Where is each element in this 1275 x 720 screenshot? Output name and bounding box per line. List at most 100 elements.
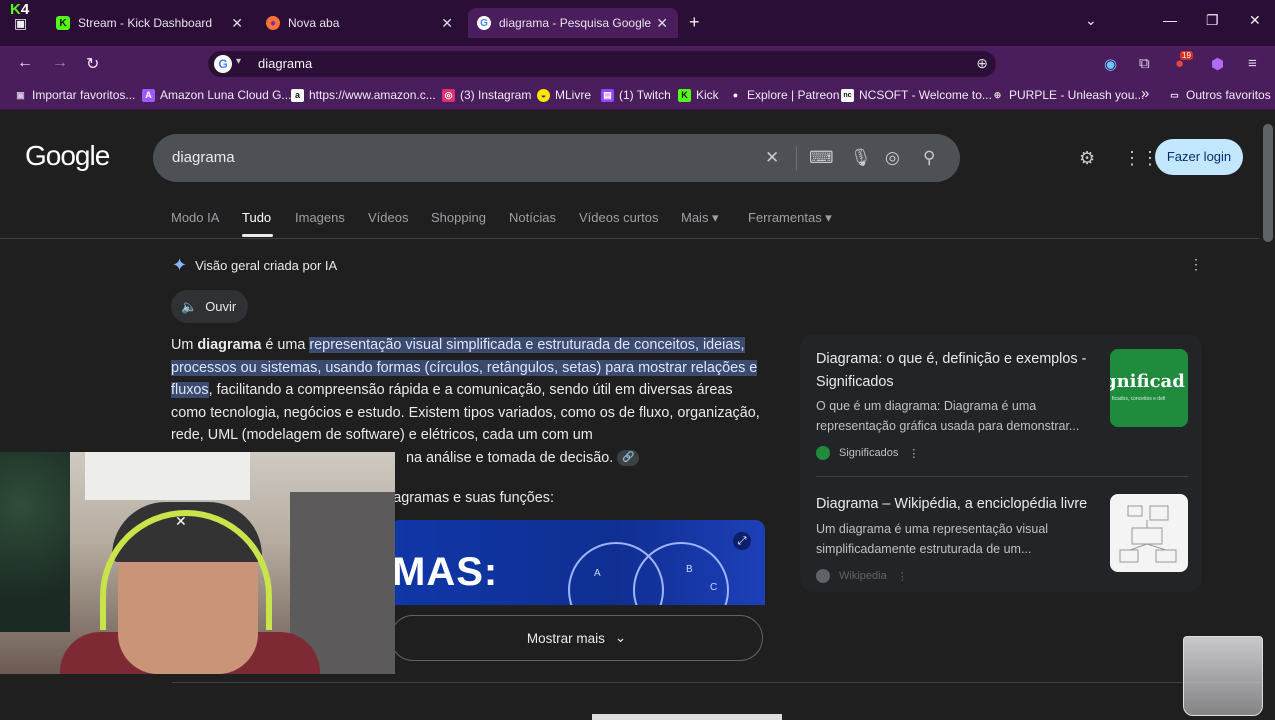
search-input[interactable]: diagrama bbox=[172, 149, 235, 166]
notification-count: 19 bbox=[1180, 51, 1193, 60]
settings-gear-icon[interactable]: ⚙ bbox=[1079, 148, 1095, 169]
address-bar[interactable]: G ▾ diagrama ⊕ bbox=[208, 51, 996, 77]
tab-videos[interactable]: Vídeos bbox=[368, 210, 408, 225]
source-title-significados[interactable]: Diagrama: o que é, definição e exemplos … bbox=[816, 348, 1106, 394]
keyboard-icon[interactable]: ⌨ bbox=[809, 148, 834, 168]
bookmark-kick[interactable]: K Kick bbox=[678, 88, 719, 102]
profile-icon[interactable]: ⬢ bbox=[1211, 55, 1224, 73]
source-site[interactable]: Wikipedia ⋮ bbox=[816, 569, 908, 583]
tab-actions-icon[interactable]: ▣ bbox=[14, 15, 27, 32]
reload-icon[interactable]: ↻ bbox=[86, 54, 99, 74]
forward-icon[interactable]: → bbox=[52, 54, 68, 72]
search-box[interactable]: diagrama ✕ ⌨ 🎙 ◎ ⚲ bbox=[153, 134, 960, 182]
new-tab-button[interactable]: + bbox=[689, 12, 700, 33]
chevron-down-icon[interactable]: ▾ bbox=[236, 56, 241, 67]
wikipedia-thumbnail[interactable] bbox=[1110, 494, 1188, 572]
more-options-icon[interactable]: ⋮ bbox=[1189, 256, 1203, 273]
bookmark-purple[interactable]: ⊕ PURPLE - Unleash you... bbox=[991, 88, 1145, 102]
tab-shopping[interactable]: Shopping bbox=[431, 210, 486, 225]
webcam-background-plant bbox=[0, 452, 70, 632]
tab-noticias[interactable]: Notícias bbox=[509, 210, 556, 225]
close-tab-icon[interactable]: ✕ bbox=[441, 15, 453, 32]
bookmark-label: (3) Instagram bbox=[460, 88, 532, 102]
clear-icon[interactable]: ✕ bbox=[765, 148, 779, 168]
bookmark-amazon-luna[interactable]: A Amazon Luna Cloud G... bbox=[142, 88, 291, 102]
diagram-image[interactable]: MAS: A B C ⤢ bbox=[390, 520, 765, 605]
globe-icon[interactable]: ⊕ bbox=[976, 55, 988, 72]
bookmark-import[interactable]: ▣ Importar favoritos... bbox=[14, 88, 135, 102]
tab-nova-aba[interactable]: ● Nova aba ✕ bbox=[258, 8, 463, 38]
source-title-wikipedia[interactable]: Diagrama – Wikipédia, a enciclopédia liv… bbox=[816, 493, 1106, 516]
search-tabs: Modo IA Tudo Imagens Vídeos Shopping Not… bbox=[0, 208, 1275, 238]
speaker-icon: 🔈 bbox=[181, 298, 198, 314]
tab-kick-dashboard[interactable]: K Stream - Kick Dashboard ✕ bbox=[48, 8, 253, 38]
puzzle-icon[interactable]: ⧉ bbox=[1139, 55, 1150, 72]
minimize-icon[interactable]: — bbox=[1163, 12, 1177, 28]
scrollbar-thumb[interactable] bbox=[1263, 124, 1273, 242]
venn-letter: A bbox=[594, 568, 601, 579]
expand-icon[interactable]: ⤢ bbox=[733, 532, 751, 550]
bookmark-label: Importar favoritos... bbox=[32, 88, 136, 102]
close-tab-icon[interactable]: ✕ bbox=[656, 15, 668, 32]
tab-ferramentas[interactable]: Ferramentas ▾ bbox=[748, 210, 832, 226]
ai-overview-label: Visão geral criada por IA bbox=[195, 258, 338, 273]
more-options-icon[interactable]: ⋮ bbox=[897, 570, 908, 583]
lens-icon[interactable]: ◎ bbox=[885, 148, 900, 168]
tab-videos-curtos[interactable]: Vídeos curtos bbox=[579, 210, 659, 225]
tab-mais[interactable]: Mais ▾ bbox=[681, 210, 719, 226]
bookmark-amazon[interactable]: a https://www.amazon.c... bbox=[291, 88, 436, 102]
menu-icon[interactable]: ≡ bbox=[1248, 55, 1257, 72]
ai-overview-header: ✦ Visão geral criada por IA bbox=[172, 255, 337, 276]
twitch-icon: ▤ bbox=[601, 88, 614, 102]
restore-icon[interactable]: ❐ bbox=[1206, 12, 1219, 29]
diagram-thumbnail-drawing bbox=[1119, 505, 1177, 563]
address-text[interactable]: diagrama bbox=[258, 56, 312, 71]
bookmark-ncsoft[interactable]: nc NCSOFT - Welcome to... bbox=[841, 88, 992, 102]
instagram-icon: ◎ bbox=[442, 88, 455, 102]
tab-tudo[interactable]: Tudo bbox=[242, 210, 271, 225]
google-logo[interactable]: Google bbox=[25, 140, 110, 172]
amazon-icon: a bbox=[291, 88, 304, 102]
microphone-icon[interactable]: 🎙 bbox=[850, 148, 872, 168]
search-icon[interactable]: ⚲ bbox=[923, 148, 935, 168]
bookmarks-overflow-button[interactable]: » bbox=[1141, 85, 1149, 102]
significados-icon bbox=[816, 446, 830, 460]
tab-bar: K4 ▣ K Stream - Kick Dashboard ✕ ● Nova … bbox=[0, 0, 1275, 46]
firefox-icon: ● bbox=[266, 16, 280, 30]
tab-google-search[interactable]: G diagrama - Pesquisa Google ✕ bbox=[468, 8, 678, 38]
significados-thumbnail[interactable]: gnificad ficados, conceitos e defi bbox=[1110, 349, 1188, 427]
show-more-button[interactable]: Mostrar mais ⌄ bbox=[390, 615, 763, 661]
webcam-background-wall bbox=[85, 452, 250, 500]
bookmark-patreon[interactable]: ● Explore | Patreon bbox=[729, 88, 840, 102]
source-site[interactable]: Significados ⋮ bbox=[816, 446, 919, 460]
bookmark-label: Outros favoritos bbox=[1186, 88, 1271, 102]
listen-label: Ouvir bbox=[205, 299, 237, 314]
extension-icon[interactable]: ◉ bbox=[1104, 55, 1117, 73]
link-chip-icon[interactable]: 🔗 bbox=[617, 450, 640, 467]
sources-panel: Diagrama: o que é, definição e exemplos … bbox=[800, 334, 1202, 592]
login-button[interactable]: Fazer login bbox=[1155, 139, 1243, 175]
browser-toolbar: ← → ↻ G ▾ diagrama ⊕ ◉ ⧉ ● 19 ⬢ ≡ bbox=[0, 46, 1275, 82]
bookmark-instagram[interactable]: ◎ (3) Instagram bbox=[442, 88, 531, 102]
google-icon[interactable]: G bbox=[214, 55, 232, 73]
tab-label: Nova aba bbox=[288, 16, 340, 30]
folder-icon: ▭ bbox=[1170, 89, 1179, 100]
close-window-icon[interactable]: ✕ bbox=[1249, 12, 1261, 29]
bookmark-twitch[interactable]: ▤ (1) Twitch bbox=[601, 88, 671, 102]
tab-imagens[interactable]: Imagens bbox=[295, 210, 345, 225]
listen-button[interactable]: 🔈 Ouvir bbox=[171, 290, 248, 323]
ai-subheading: iagramas e suas funções: bbox=[390, 490, 554, 506]
close-tab-icon[interactable]: ✕ bbox=[231, 15, 243, 32]
back-icon[interactable]: ← bbox=[17, 54, 33, 72]
tab-search-icon[interactable]: ⌄ bbox=[1085, 12, 1097, 29]
other-bookmarks[interactable]: ▭ Outros favoritos bbox=[1168, 88, 1271, 102]
globe-icon: ⊕ bbox=[993, 89, 1002, 100]
ai-overview-text: Um diagrama é uma representação visual s… bbox=[171, 337, 760, 467]
luna-icon: A bbox=[142, 88, 155, 102]
more-options-icon[interactable]: ⋮ bbox=[908, 447, 919, 460]
bookmark-label: https://www.amazon.c... bbox=[309, 88, 436, 102]
bookmark-label: Amazon Luna Cloud G... bbox=[160, 88, 292, 102]
thumbnail-subtext: ficados, conceitos e defi bbox=[1112, 396, 1166, 402]
bookmark-mlivre[interactable]: ◒ MLivre bbox=[537, 88, 591, 102]
tab-modo-ia[interactable]: Modo IA bbox=[171, 210, 219, 225]
